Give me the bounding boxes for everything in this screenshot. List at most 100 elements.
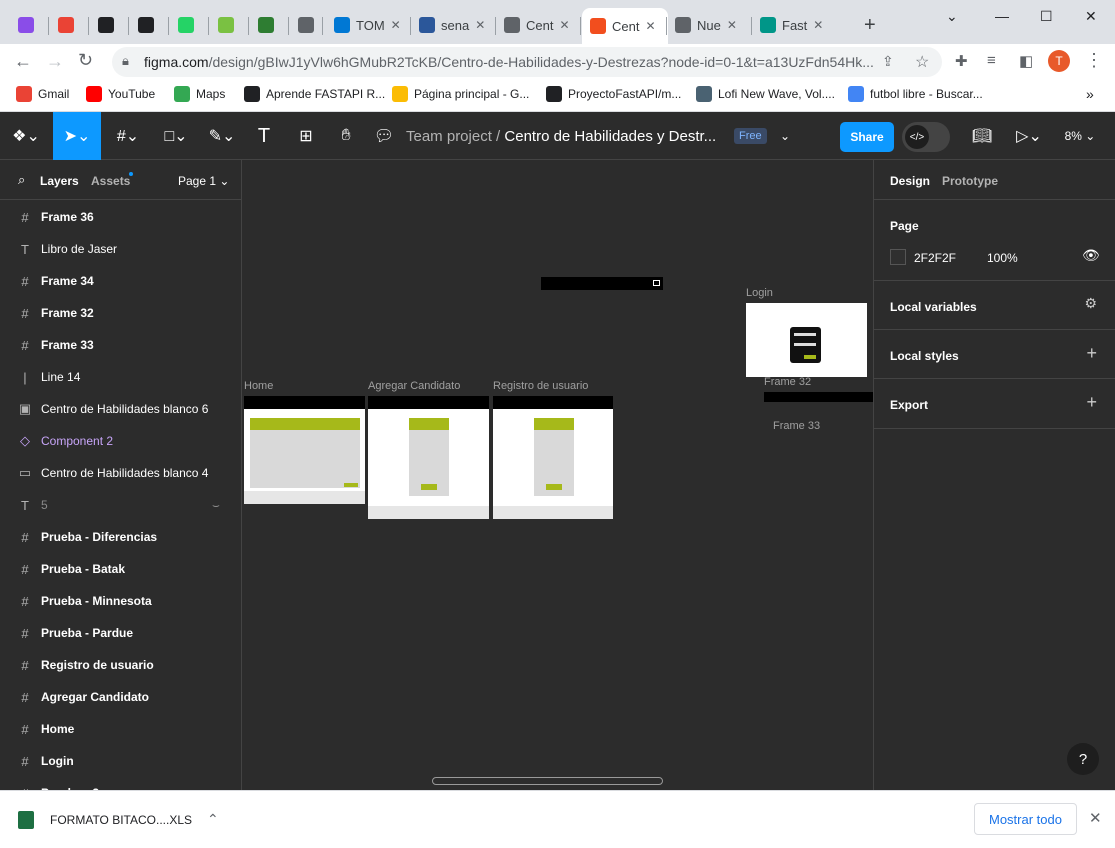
profile-avatar[interactable]: T [1048,50,1070,72]
tab-assets[interactable]: Assets [91,174,130,188]
layer-row[interactable]: #Prueba - 2 [0,777,241,791]
tab-prototype[interactable]: Prototype [942,174,998,188]
close-tab-icon[interactable]: ✕ [645,19,655,33]
canvas[interactable]: Login Frame 32 Frame 33 Home Agregar Can… [242,160,873,790]
layer-row[interactable]: | Line 14 [0,361,241,393]
tab-football[interactable] [250,10,286,40]
chevron-up-icon[interactable]: ⌃ [207,811,219,828]
download-item-name[interactable]: FORMATO BITACO....XLS [50,813,192,827]
tab-word[interactable]: sena ✕ [411,10,493,40]
hand-tool-icon[interactable]: ✋︎ [330,112,362,160]
breadcrumb[interactable]: Team project / Centro de Habilidades y D… [406,128,716,145]
help-button[interactable]: ? [1067,743,1099,775]
eye-icon[interactable]: 👁︎ [1082,247,1100,264]
text-tool-icon[interactable]: T [248,112,280,160]
forward-icon[interactable]: → [46,51,64,72]
bookmark-star-icon[interactable]: ☆ [915,52,929,72]
layer-row[interactable]: # Prueba - Diferencias [0,521,241,553]
menu-icon[interactable]: ⋮ [1085,50,1103,71]
zoom-level[interactable]: 8% ⌄ [1058,112,1102,160]
comment-tool-icon[interactable]: 💬︎ [368,112,400,160]
reload-icon[interactable]: ↻ [78,50,93,71]
tab-page[interactable]: Cent ✕ [496,10,578,40]
bookmarks-overflow-button[interactable]: » [1086,86,1094,102]
frame-36-thumbnail[interactable] [541,277,663,290]
tab-fastapi[interactable]: Fast ✕ [752,10,834,40]
page-color-value[interactable]: 2F2F2F [914,251,956,265]
close-tab-icon[interactable]: ✕ [559,18,569,32]
media-queue-icon[interactable]: ≡ [987,52,996,69]
rectangle-tool-icon[interactable]: □⌄ [156,112,196,160]
layer-row[interactable]: # Prueba - Minnesota [0,585,241,617]
move-tool-icon[interactable]: ➤⌄ [53,112,101,160]
search-icon[interactable]: ⌕ [18,172,25,188]
bookmark-item[interactable]: Maps [174,86,225,102]
close-downloads-icon[interactable]: ✕ [1089,809,1102,827]
tab-whatsapp[interactable] [170,10,206,40]
library-icon[interactable]: 📖︎ [970,112,994,160]
frame-tool-icon[interactable]: #⌄ [108,112,148,160]
sliders-icon[interactable]: ⚙︎ [1084,295,1097,312]
tab-onedrive[interactable]: TOM ✕ [326,10,408,40]
plus-icon[interactable]: + [1086,392,1097,413]
frame-label-frame33[interactable]: Frame 33 [773,420,820,432]
frame-label-registro[interactable]: Registro de usuario [493,380,588,392]
tab-design[interactable]: Design [890,174,930,188]
agregar-candidato-frame[interactable] [368,396,489,519]
tab-figma[interactable]: Cent ✕ [582,8,668,44]
bookmark-item[interactable]: Página principal - G... [392,86,529,102]
layer-row[interactable]: # Frame 34 [0,265,241,297]
tab-diamond-app[interactable] [210,10,246,40]
plus-icon[interactable]: + [1086,343,1097,364]
layer-row[interactable]: # Login [0,745,241,777]
bookmark-item[interactable]: futbol libre - Buscar... [848,86,983,102]
layer-row[interactable]: # Frame 33 [0,329,241,361]
close-tab-icon[interactable]: ✕ [475,18,485,32]
maximize-icon[interactable]: ☐ [1040,8,1053,25]
home-frame[interactable] [244,396,365,504]
chevron-down-icon[interactable]: ⌄ [946,8,958,25]
tab-clock-app[interactable] [10,10,46,40]
frame-label-frame32[interactable]: Frame 32 [764,376,811,388]
bookmark-item[interactable]: Aprende FASTAPI R... [244,86,385,102]
bookmark-item[interactable]: YouTube [86,86,155,102]
dev-mode-toggle[interactable]: </> [902,122,950,152]
horizontal-scrollbar[interactable] [432,777,663,785]
layer-row[interactable]: # Prueba - Batak [0,553,241,585]
bookmark-item[interactable]: Lofi New Wave, Vol.... [696,86,835,102]
close-window-icon[interactable]: ✕ [1085,8,1097,25]
tab-gmail[interactable] [50,10,86,40]
new-tab-button[interactable]: + [856,10,876,40]
present-icon[interactable]: ▷⌄ [1012,112,1046,160]
share-page-icon[interactable]: ⇪ [882,53,894,70]
frame-32-thumbnail[interactable] [764,392,873,402]
extensions-icon[interactable]: ✚ [955,52,968,70]
login-frame[interactable] [746,303,867,377]
share-button[interactable]: Share [840,122,894,152]
frame-label-login[interactable]: Login [746,287,773,299]
close-tab-icon[interactable]: ✕ [813,18,823,32]
tab-github[interactable] [130,10,166,40]
minimize-icon[interactable]: — [995,8,1009,24]
tab-layers[interactable]: Layers [40,174,79,188]
layer-row[interactable]: ◇ Component 2 [0,425,241,457]
tab-speaker[interactable] [290,10,320,40]
layer-row[interactable]: T 5 ⌣ [0,489,241,521]
back-icon[interactable]: ← [14,51,32,72]
file-menu-chevron-icon[interactable]: ⌄ [776,112,794,160]
layer-row[interactable]: # Registro de usuario [0,649,241,681]
pen-tool-icon[interactable]: ✎⌄ [202,112,242,160]
layer-row[interactable]: ▣ Centro de Habilidades blanco 6 [0,393,241,425]
page-selector[interactable]: Page 1 ⌄ [178,174,229,188]
layer-row[interactable]: # Frame 36 [0,201,241,233]
layer-row[interactable]: # Frame 32 [0,297,241,329]
address-bar[interactable]: 🔒︎ figma.com/design/gBIwJ1yVlw6hGMubR2Tc… [112,47,942,77]
show-all-button[interactable]: Mostrar todo [974,803,1077,835]
color-swatch[interactable] [890,249,906,265]
layer-row[interactable]: # Home [0,713,241,745]
tab-chrome[interactable]: Nue ✕ [667,10,749,40]
close-tab-icon[interactable]: ✕ [391,18,401,32]
bookmark-item[interactable]: ProyectoFastAPI/m... [546,86,681,102]
bookmark-item[interactable]: Gmail [16,86,69,102]
layer-row[interactable]: # Prueba - Pardue [0,617,241,649]
